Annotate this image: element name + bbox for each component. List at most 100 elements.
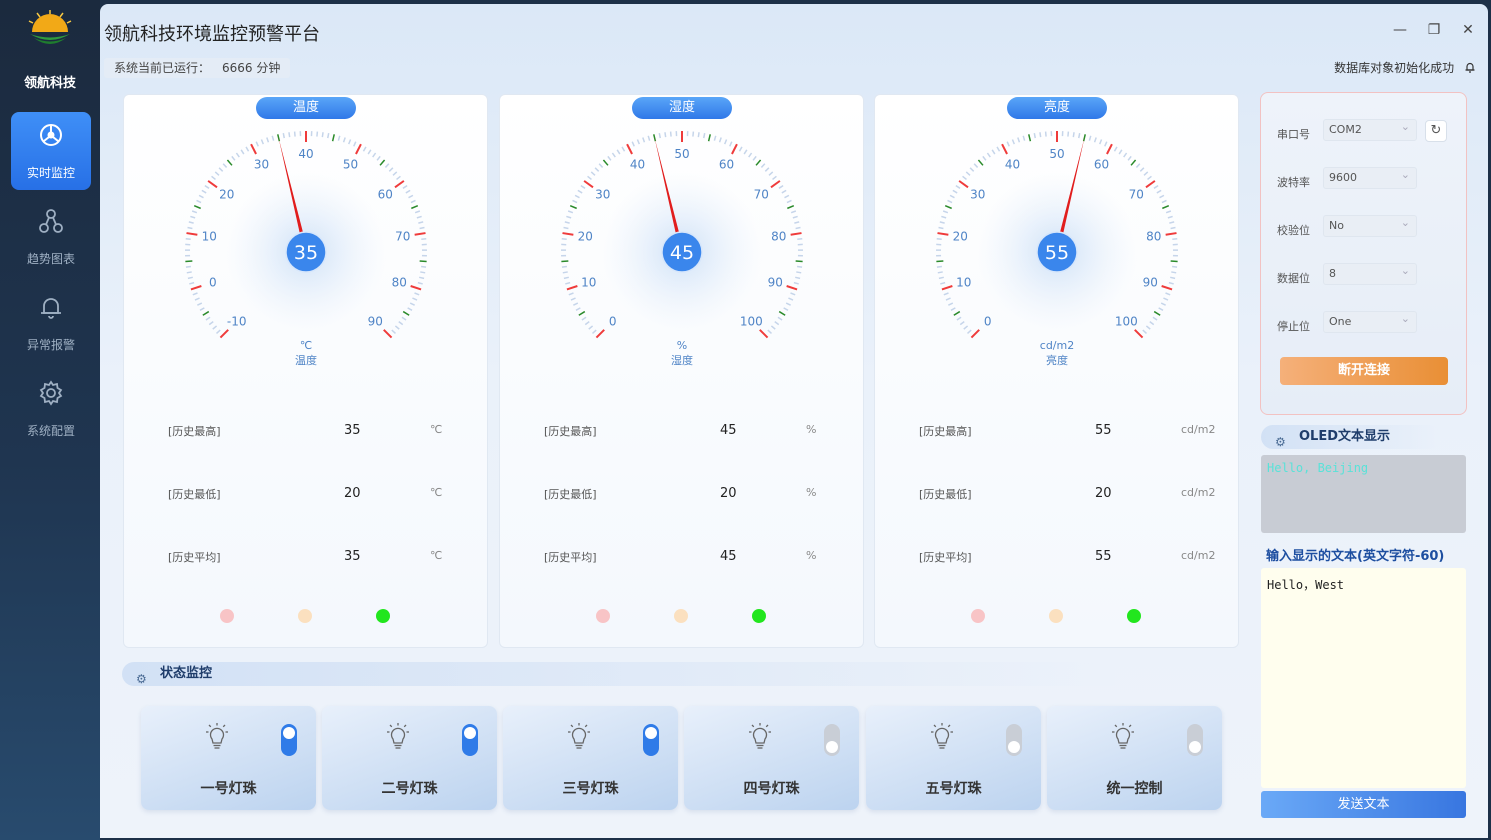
parity-select[interactable]: No	[1323, 213, 1417, 237]
gauge-minor-tick	[419, 226, 425, 230]
baud-row: 波特率 9600	[1277, 165, 1417, 190]
stat-label: [历史平均]	[544, 551, 597, 564]
nav-label: 异常报警	[26, 338, 75, 352]
gauge-minor-tick	[707, 134, 711, 142]
gauge-tick-label: 50	[674, 147, 689, 161]
gauge-minor-tick	[752, 155, 757, 161]
gauge-minor-tick	[562, 271, 568, 274]
indicator-normal	[1127, 609, 1141, 623]
gauge-minor-tick	[939, 221, 945, 224]
stat-value: 20	[344, 486, 361, 501]
gauge-minor-tick	[567, 210, 574, 214]
gauge-tab[interactable]: 温度	[256, 97, 356, 119]
gauge-caption: 湿度	[671, 353, 693, 367]
gauge-minor-tick	[337, 135, 341, 141]
databits-select[interactable]: 8	[1323, 261, 1417, 285]
field-label: 串口号	[1277, 128, 1310, 141]
lamp-toggle[interactable]	[462, 724, 478, 756]
gauge-minor-tick	[1167, 215, 1173, 219]
gauge-tick-label: 60	[719, 158, 734, 172]
stopbits-select[interactable]: One	[1323, 309, 1417, 333]
gauge-minor-tick	[794, 221, 800, 224]
stat-unit: cd/m2	[1181, 486, 1216, 499]
gauge-major-tick	[583, 180, 594, 189]
lamp-toggle[interactable]	[643, 724, 659, 756]
lamp-name: 五号灯珠	[925, 781, 982, 797]
section-title: OLED文本显示	[1299, 429, 1391, 444]
gauge-minor-tick	[768, 171, 774, 176]
oled-text-input[interactable]: Hello，West	[1261, 568, 1466, 788]
gauge-minor-tick	[590, 171, 596, 176]
disconnect-button[interactable]: 断开连接	[1280, 357, 1448, 385]
stat-value: 20	[1095, 486, 1112, 501]
nav-system-config[interactable]: 系统配置	[11, 370, 91, 448]
gauge-minor-tick	[1077, 133, 1081, 139]
gauge-humidity: 0 10 20 30 40 50 60 70 80 90 100 45%湿度	[561, 131, 803, 367]
indicator-high	[971, 609, 985, 623]
gauge-minor-tick	[797, 237, 803, 241]
gauge-minor-tick	[942, 210, 949, 214]
lightbulb-icon	[568, 723, 590, 749]
gauge-minor-tick	[570, 297, 576, 301]
gauge-minor-tick	[185, 260, 193, 263]
close-button[interactable]: ✕	[1458, 20, 1478, 40]
gauge-tick-label: 70	[754, 187, 769, 201]
gauge-card-temperature: 温度 -10 0 10 20 30 40 50 60 70 80 90 35 ℃ 温度 [历史最高] 35 ℃…	[123, 94, 488, 648]
nav-realtime-monitor[interactable]: 实时监控	[11, 112, 91, 190]
gauge-minor-tick	[1099, 139, 1103, 145]
gauge-minor-tick	[569, 205, 577, 210]
gauge-minor-tick	[738, 146, 743, 152]
lamp-card-5: 五号灯珠	[866, 706, 1041, 810]
lamp-toggle[interactable]	[1187, 724, 1203, 756]
gauge-minor-tick	[616, 149, 621, 155]
stat-unit: ℃	[430, 486, 443, 499]
gauge-minor-tick	[1145, 325, 1151, 330]
settings-icon: ⚙	[1275, 435, 1286, 449]
gauge-minor-tick	[1139, 167, 1145, 172]
gauge-minor-tick	[379, 159, 386, 166]
gauge-minor-tick	[938, 226, 944, 230]
nav-trend-chart[interactable]: 趋势图表	[11, 198, 91, 276]
oled-header: ⚙ OLED文本显示	[1261, 425, 1441, 449]
gauge-minor-tick	[376, 155, 381, 161]
gauge-minor-tick	[185, 237, 191, 241]
gauge-major-tick	[731, 143, 738, 155]
gauge-minor-tick	[778, 310, 786, 316]
send-text-button[interactable]: 发送文本	[1261, 791, 1466, 818]
gauge-minor-tick	[1165, 210, 1172, 214]
gauge-major-tick	[1161, 285, 1173, 291]
gauge-tab[interactable]: 亮度	[1007, 97, 1107, 119]
stat-value: 55	[1095, 423, 1112, 438]
gauge-minor-tick	[795, 260, 803, 263]
gauge-minor-tick	[418, 221, 424, 224]
gauge-minor-tick	[580, 184, 586, 189]
gauge-minor-tick	[945, 297, 951, 301]
lightbulb-icon	[1112, 723, 1134, 749]
gauge-tab[interactable]: 湿度	[632, 97, 732, 119]
gauge-minor-tick	[949, 194, 955, 199]
lamp-toggle[interactable]	[281, 724, 297, 756]
minimize-button[interactable]: —	[1390, 20, 1410, 40]
baud-rate-select[interactable]: 9600	[1323, 165, 1417, 189]
lamp-toggle[interactable]	[824, 724, 840, 756]
gauge-minor-tick	[602, 159, 609, 166]
serial-port-select[interactable]: COM2	[1323, 117, 1417, 141]
gauge-minor-tick	[1130, 159, 1137, 166]
gauge-minor-tick	[326, 133, 330, 139]
gauge-minor-tick	[982, 155, 987, 161]
gauge-minor-tick	[201, 189, 207, 194]
refresh-icon[interactable]: ↻	[1425, 120, 1447, 142]
gauge-minor-tick	[713, 135, 717, 141]
nav-alarm[interactable]: 异常报警	[11, 284, 91, 362]
gauge-minor-tick	[353, 141, 357, 147]
stat-unit: ℃	[430, 549, 443, 562]
gauge-minor-tick	[407, 307, 413, 311]
gauge-minor-tick	[697, 132, 700, 138]
gauge-minor-tick	[977, 159, 984, 166]
restore-button[interactable]: ❐	[1424, 20, 1444, 40]
stat-unit: cd/m2	[1181, 549, 1216, 562]
lamp-toggle[interactable]	[1006, 724, 1022, 756]
gauge-tick-label: 40	[1005, 158, 1020, 172]
bell-icon	[1465, 62, 1475, 73]
gauge-major-tick	[355, 143, 362, 155]
